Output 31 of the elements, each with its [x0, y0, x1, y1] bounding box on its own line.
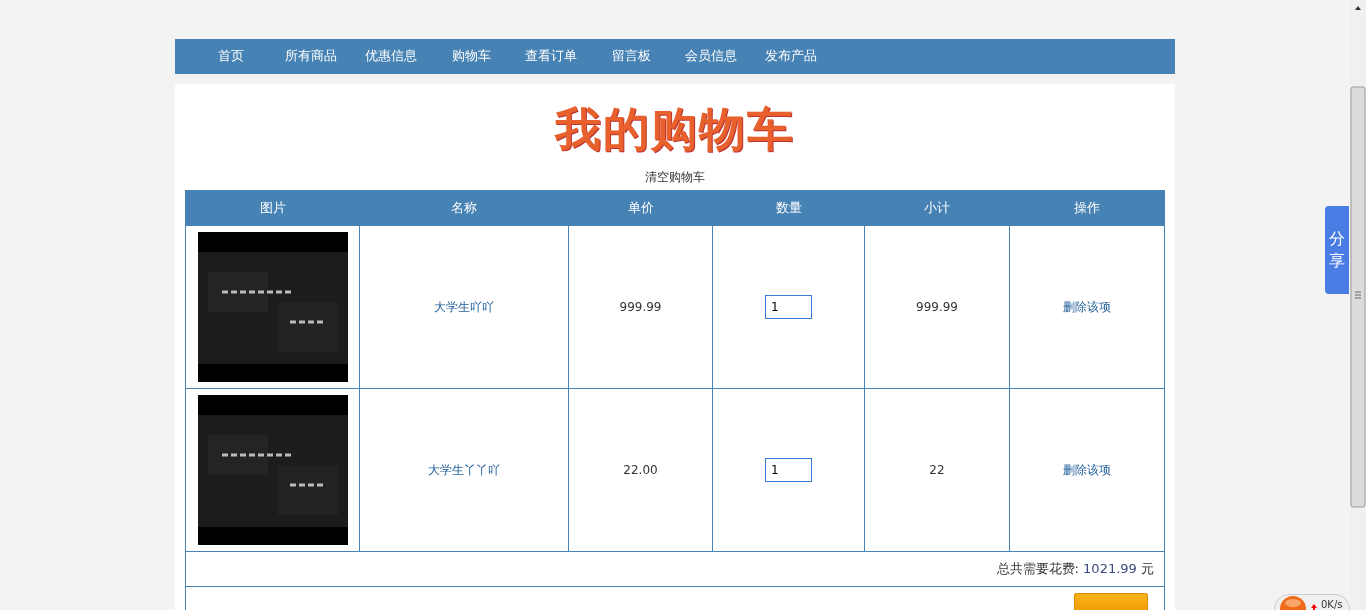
total-cost: 总共需要花费: 1021.99 元 — [996, 561, 1154, 577]
delete-link[interactable]: 删除该项 — [1063, 300, 1111, 314]
quantity-field[interactable]: 1 — [765, 458, 812, 482]
submit-button[interactable] — [1074, 593, 1148, 610]
nav-link[interactable]: 留言板 — [591, 47, 671, 66]
nav-link[interactable]: 查看订单 — [511, 47, 591, 66]
column-header: 名称 — [451, 200, 477, 216]
page-heading: 我的购物车 — [553, 106, 796, 152]
speed-reading: 0K/s — [1321, 598, 1343, 610]
unit-price: 999.99 — [619, 300, 662, 314]
nav-link[interactable]: 发布产品 — [751, 47, 831, 66]
nav-link[interactable]: 首页 — [191, 47, 271, 66]
product-link[interactable]: 大学生吖吖 — [434, 300, 494, 314]
share-tab[interactable]: 分享 — [1325, 206, 1349, 294]
nav-link[interactable]: 购物车 — [431, 47, 511, 66]
clear-cart-link[interactable]: 清空购物车 — [645, 170, 705, 184]
nav-link[interactable]: 所有商品 — [271, 47, 351, 66]
column-header: 数量 — [775, 200, 802, 216]
product-link[interactable]: 大学生丫丫吖 — [428, 463, 500, 477]
column-header: 操作 — [1074, 200, 1100, 216]
nav-link[interactable]: 会员信息 — [671, 47, 751, 66]
column-header: 图片 — [259, 200, 286, 216]
quantity-field[interactable]: 1 — [765, 295, 812, 319]
column-header: 小计 — [924, 200, 950, 216]
unit-price: 22.00 — [623, 463, 658, 477]
subtotal: 999.99 — [916, 300, 958, 314]
delete-link[interactable]: 删除该项 — [1063, 463, 1111, 477]
speed-widget[interactable]: 0K/s — [1274, 594, 1350, 610]
nav-link[interactable]: 优惠信息 — [351, 47, 431, 66]
column-header: 单价 — [627, 200, 654, 216]
subtotal: 22 — [929, 463, 945, 477]
